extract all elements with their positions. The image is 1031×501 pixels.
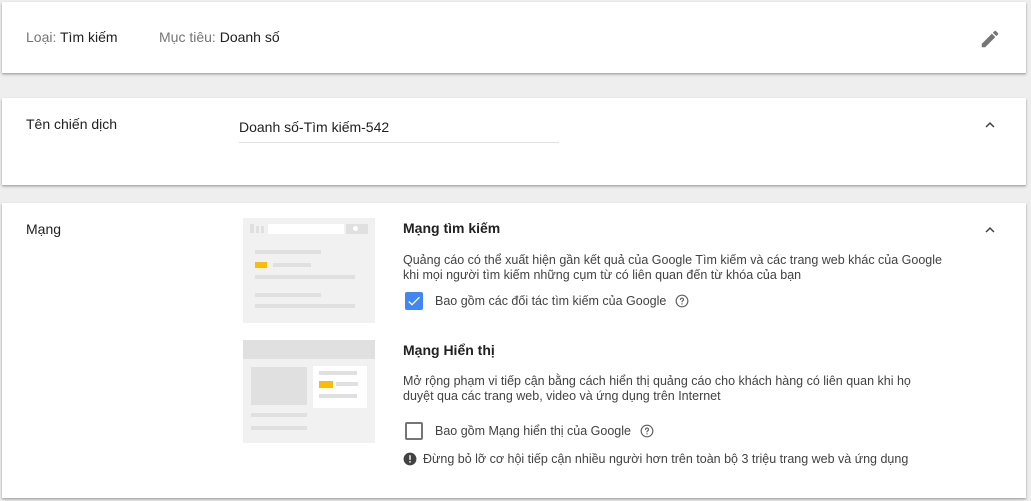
help-icon[interactable]	[675, 294, 689, 308]
display-network-warning: Đừng bỏ lỡ cơ hội tiếp cận nhiều người h…	[403, 452, 908, 466]
campaign-goal-value: Doanh số	[219, 29, 280, 45]
campaign-type-label: Loại:	[26, 29, 57, 45]
network-card: Mạng Mạng tìm kiếm Quảng cáo có thể xuất…	[2, 203, 1026, 498]
search-partners-option[interactable]: Bao gồm các đối tác tìm kiếm của Google	[405, 292, 689, 310]
search-partners-checkbox[interactable]	[405, 292, 423, 310]
network-label: Mạng	[26, 221, 62, 237]
pencil-icon	[981, 30, 999, 48]
chevron-up-icon	[985, 227, 995, 233]
campaign-name-label: Tên chiến dịch	[26, 116, 118, 132]
edit-button[interactable]	[979, 28, 1001, 50]
display-network-option[interactable]: Bao gồm Mạng hiển thị của Google	[405, 422, 654, 440]
collapse-network-button[interactable]	[981, 221, 999, 239]
display-network-label[interactable]: Bao gồm Mạng hiển thị của Google	[435, 424, 631, 438]
checkmark-icon	[408, 296, 420, 306]
chevron-up-icon	[985, 122, 995, 128]
search-network-description: Quảng cáo có thể xuất hiện gần kết quả c…	[403, 253, 942, 282]
campaign-name-input[interactable]	[239, 117, 559, 143]
campaign-goal-label: Mục tiêu:	[159, 29, 216, 45]
campaign-name-card: Tên chiến dịch	[2, 98, 1026, 185]
alert-icon	[403, 452, 417, 466]
display-network-description: Mở rộng phạm vi tiếp cận bằng cách hiển …	[403, 374, 911, 403]
help-icon[interactable]	[640, 424, 654, 438]
search-network-title: Mạng tìm kiếm	[403, 220, 501, 236]
display-network-title: Mạng Hiển thị	[403, 342, 495, 358]
search-partners-label[interactable]: Bao gồm các đối tác tìm kiếm của Google	[435, 294, 666, 308]
search-network-illustration	[243, 218, 375, 323]
display-network-illustration	[243, 340, 375, 443]
campaign-type-value: Tìm kiếm	[60, 29, 118, 45]
campaign-goal: Mục tiêu: Doanh số	[159, 29, 280, 45]
warning-text: Đừng bỏ lỡ cơ hội tiếp cận nhiều người h…	[423, 452, 909, 466]
campaign-type: Loại: Tìm kiếm	[26, 29, 118, 45]
display-network-checkbox[interactable]	[405, 422, 423, 440]
collapse-campaign-name-button[interactable]	[981, 116, 999, 134]
campaign-summary-card: Loại: Tìm kiếm Mục tiêu: Doanh số	[2, 2, 1026, 73]
